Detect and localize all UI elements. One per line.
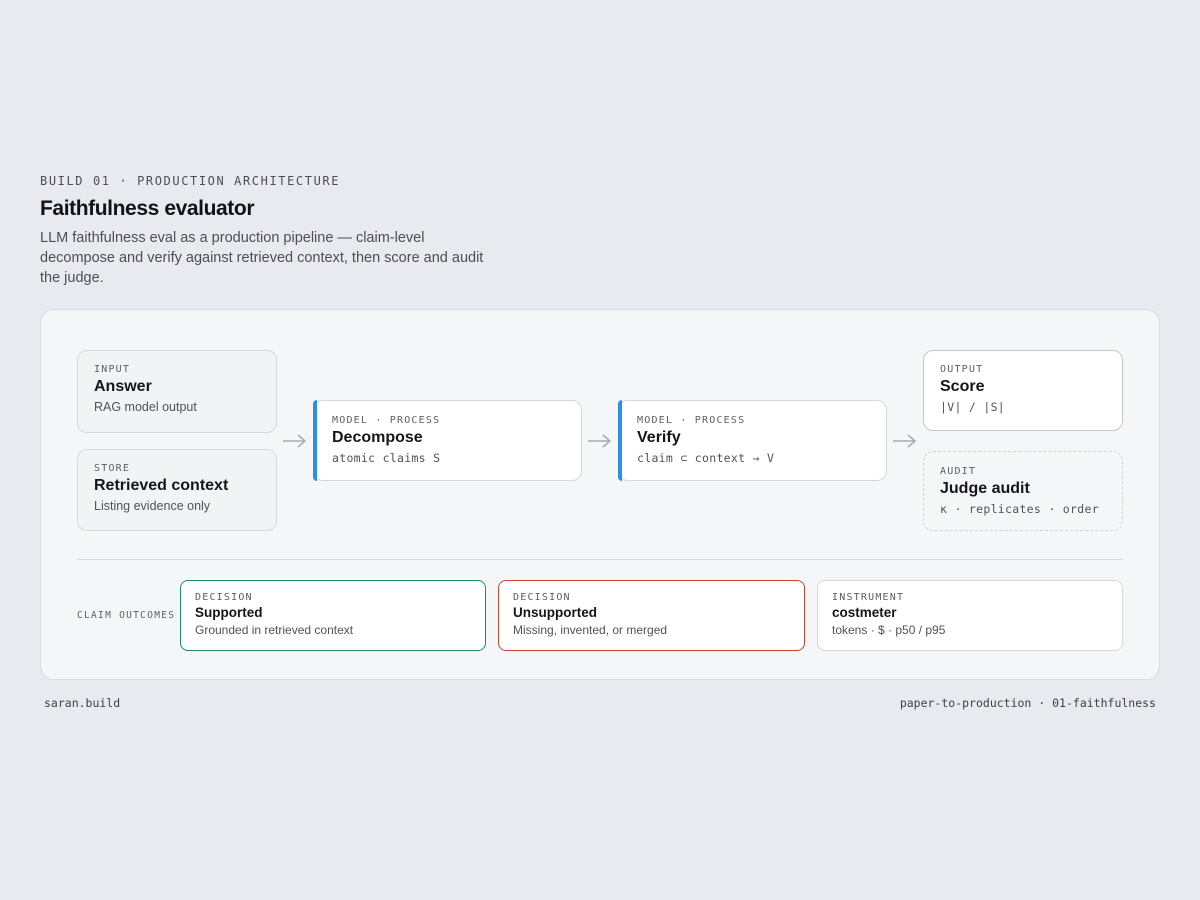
arrow-right-icon — [893, 434, 917, 448]
card-name: costmeter — [832, 605, 897, 620]
divider — [77, 559, 1123, 560]
node-tag: OUTPUT — [940, 364, 984, 375]
outcome-unsupported: DECISION Unsupported Missing, invented, … — [498, 580, 805, 651]
card-desc: Grounded in retrieved context — [195, 623, 354, 637]
node-desc: |V| / |S| — [940, 400, 1006, 414]
node-output-score: OUTPUT Score |V| / |S| — [923, 350, 1123, 431]
card-desc: tokens · $ · p50 / p95 — [832, 623, 946, 637]
footer-site: saran.build — [44, 696, 121, 710]
node-name: Score — [940, 378, 985, 395]
page-subtitle: LLM faithfulness eval as a production pi… — [40, 230, 484, 286]
node-desc: Listing evidence only — [94, 499, 211, 513]
arrow-right-icon — [588, 434, 612, 448]
node-verify: MODEL · PROCESS Verify claim ⊂ context →… — [618, 400, 887, 481]
node-tag: AUDIT — [940, 466, 977, 477]
node-name: Decompose — [332, 429, 423, 446]
node-name: Verify — [637, 429, 681, 446]
claim-outcomes-label: CLAIM OUTCOMES — [77, 610, 176, 621]
node-name: Judge audit — [940, 480, 1030, 497]
footer-path: paper-to-production · 01-faithfulness — [899, 696, 1156, 710]
node-tag: STORE — [94, 463, 131, 474]
card-tag: DECISION — [195, 592, 253, 603]
node-desc: atomic claims S — [332, 451, 441, 465]
node-desc: κ · replicates · order — [940, 502, 1099, 516]
node-decompose: MODEL · PROCESS Decompose atomic claims … — [313, 400, 582, 481]
node-name: Retrieved context — [94, 477, 229, 494]
card-tag: DECISION — [513, 592, 571, 603]
node-tag: MODEL · PROCESS — [332, 415, 441, 426]
node-tag: INPUT — [94, 364, 131, 375]
node-input-answer: INPUT Answer RAG model output — [77, 350, 277, 433]
card-tag: INSTRUMENT — [832, 592, 905, 603]
card-name: Unsupported — [513, 605, 597, 620]
card-name: Supported — [195, 605, 263, 620]
node-store-context: STORE Retrieved context Listing evidence… — [77, 449, 277, 531]
card-desc: Missing, invented, or merged — [513, 623, 668, 637]
outcome-supported: DECISION Supported Grounded in retrieved… — [180, 580, 486, 651]
node-desc: claim ⊂ context → V — [637, 451, 775, 465]
eyebrow: BUILD 01 · PRODUCTION ARCHITECTURE — [40, 174, 341, 188]
node-name: Answer — [94, 378, 152, 395]
arrow-right-icon — [283, 434, 307, 448]
page-title: Faithfulness evaluator — [40, 197, 255, 220]
node-desc: RAG model output — [94, 400, 197, 414]
node-judge-audit: AUDIT Judge audit κ · replicates · order — [923, 451, 1123, 531]
node-tag: MODEL · PROCESS — [637, 415, 746, 426]
instrument-costmeter: INSTRUMENT costmeter tokens · $ · p50 / … — [817, 580, 1123, 651]
